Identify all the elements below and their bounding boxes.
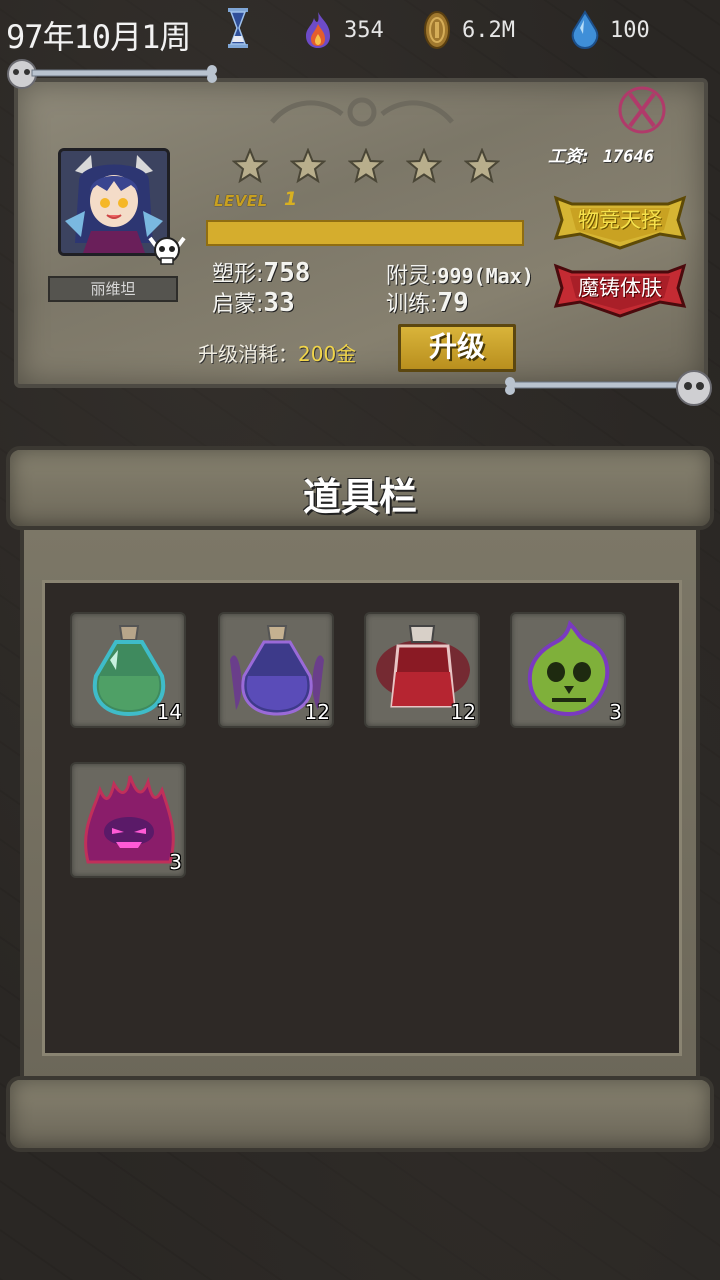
stat-shape-label: 塑形:: [212, 262, 264, 287]
experience-bar: [206, 220, 524, 246]
resource-water-value: 100: [610, 17, 650, 43]
item-count: 3: [169, 850, 182, 874]
upgrade-button[interactable]: 升级: [398, 324, 516, 372]
bone-decoration-bottom-right: [505, 370, 712, 406]
upgrade-cost: 升级消耗：200金: [198, 338, 356, 367]
close-icon[interactable]: [614, 82, 670, 138]
stat-train-label: 训练:: [386, 292, 438, 317]
inventory-slot-5[interactable]: 3: [70, 762, 186, 878]
inventory-scroll-bottom: [6, 1076, 714, 1152]
stat-enlighten: 启蒙:33: [212, 286, 295, 318]
purple-flame-demon-icon: [84, 775, 175, 864]
resource-water: 100: [570, 10, 650, 50]
star-icon: [464, 148, 500, 184]
ornament-decoration: [270, 97, 454, 127]
item-count: 12: [304, 700, 330, 724]
inventory-slot-3[interactable]: 12: [364, 612, 480, 728]
coin-icon: [424, 11, 450, 49]
demon-forge-label: 魔铸体肤: [578, 276, 662, 300]
inventory-title: 道具栏: [302, 475, 417, 519]
demon-forge-button[interactable]: 魔铸体肤: [550, 258, 690, 320]
star-icon: [290, 148, 326, 184]
level-value: 1: [284, 188, 298, 210]
game-date: 97年10月1周: [6, 18, 191, 56]
star-rating: [232, 148, 500, 184]
item-count: 12: [450, 700, 476, 724]
inventory-slot-2[interactable]: 12: [218, 612, 334, 728]
hourglass-icon: [228, 8, 248, 48]
level-label-text: LEVEL: [214, 192, 268, 210]
stat-train: 训练:79: [386, 286, 469, 318]
upgrade-cost-value: 200金: [298, 342, 357, 366]
resource-coin: 6.2M: [422, 10, 515, 50]
stat-enlighten-label: 启蒙:: [212, 292, 264, 317]
stat-shape: 塑形:758: [212, 256, 310, 288]
item-count: 3: [609, 700, 622, 724]
water-drop-icon: [571, 10, 599, 50]
salary: 工资: 17646: [548, 142, 654, 167]
level-label: LEVEL: [214, 192, 268, 210]
star-icon: [348, 148, 384, 184]
stat-spirit-value: 999(Max): [437, 264, 534, 288]
stat-train-value: 79: [437, 288, 469, 318]
salary-label: 工资:: [548, 147, 589, 167]
skull-badge-icon: [148, 236, 186, 265]
flame-icon: [306, 12, 330, 48]
upgrade-cost-label: 升级消耗：: [198, 342, 298, 366]
resource-coin-value: 6.2M: [462, 17, 515, 43]
natural-selection-label: 物竞天择: [578, 208, 662, 232]
character-name: 丽维坦: [48, 276, 178, 302]
bone-decoration-top-left: [7, 59, 217, 89]
star-icon: [232, 148, 268, 184]
green-ghost-skull-icon: [527, 620, 610, 717]
inventory-slot-1[interactable]: 14: [70, 612, 186, 728]
stat-shape-value: 758: [263, 258, 311, 288]
item-count: 14: [156, 700, 182, 724]
inventory-slot-4[interactable]: 3: [510, 612, 626, 728]
natural-selection-button[interactable]: 物竞天择: [550, 190, 690, 252]
resource-flame-value: 354: [344, 17, 384, 43]
stat-enlighten-value: 33: [263, 288, 295, 318]
top-bar: 97年10月1周 354 6.2M 100: [0, 0, 720, 62]
resource-flame: 354: [302, 10, 384, 50]
salary-value: 17646: [602, 147, 654, 167]
star-icon: [406, 148, 442, 184]
